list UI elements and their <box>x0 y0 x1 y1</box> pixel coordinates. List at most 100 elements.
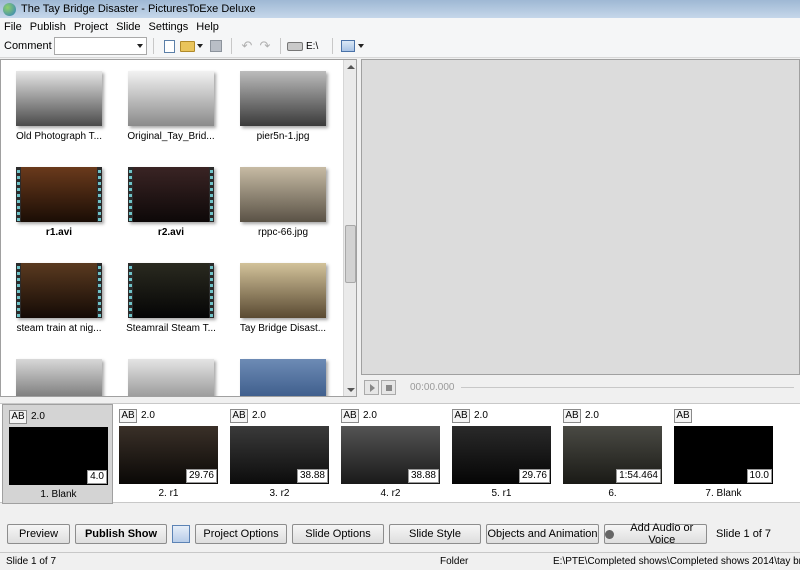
file-item[interactable]: steam train at nig... <box>3 256 115 346</box>
folder-icon <box>179 40 195 52</box>
file-item[interactable] <box>115 352 227 396</box>
slide-thumbnail: 38.88 <box>230 426 329 484</box>
slide-counter: Slide 1 of 7 <box>716 528 772 540</box>
file-label: r2.avi <box>157 227 185 238</box>
status-type: Folder <box>440 556 469 567</box>
slide-style-button[interactable]: Slide Style <box>389 524 481 544</box>
file-label: Old Photograph T... <box>16 131 102 142</box>
file-item[interactable]: r2.avi <box>115 160 227 250</box>
image-thumbnail <box>128 359 214 396</box>
slide-thumbnail: 10.0 <box>674 426 773 484</box>
timeline-slide[interactable]: AB 2.0 38.88 3. r2 <box>224 404 335 504</box>
view-mode-dropdown[interactable] <box>358 44 365 48</box>
timeline-slide[interactable]: AB 2.0 1:54.464 6. <box>557 404 668 504</box>
scroll-down-icon[interactable] <box>347 388 355 392</box>
transition-ab-badge[interactable]: AB <box>119 409 137 423</box>
open-project-button[interactable] <box>178 37 196 55</box>
window-title: The Tay Bridge Disaster - PicturesToExe … <box>21 3 256 15</box>
project-options-button[interactable]: Project Options <box>195 524 287 544</box>
drive-label[interactable]: E:\ <box>306 41 318 52</box>
slide-caption: 1. Blank <box>40 489 77 500</box>
transition-ab-badge[interactable]: AB <box>563 409 581 423</box>
file-item[interactable]: Tay Bridge Disast... <box>227 256 339 346</box>
action-button-bar: Preview Publish Show Project Options Sli… <box>0 520 800 548</box>
comment-label: Comment <box>4 40 52 52</box>
file-item[interactable]: r1.avi <box>3 160 115 250</box>
playback-time: 00:00.000 <box>410 381 455 393</box>
undo-icon: ↶ <box>241 38 253 53</box>
menu-project[interactable]: Project <box>70 21 112 33</box>
stop-button[interactable] <box>381 379 396 395</box>
file-item[interactable]: pier5n-1.jpg <box>227 64 339 154</box>
file-browser-scrollbar[interactable] <box>343 60 356 396</box>
timeline-slide[interactable]: AB 2.0 29.76 2. r1 <box>113 404 224 504</box>
image-thumbnail <box>240 359 326 396</box>
timeline-slide[interactable]: AB 10.0 7. Blank <box>668 404 779 504</box>
transition-duration: 2.0 <box>141 410 155 421</box>
preview-button[interactable]: Preview <box>7 524 70 544</box>
open-recent-dropdown[interactable] <box>197 44 203 48</box>
scrollbar-thumb[interactable] <box>345 225 356 283</box>
customize-icon[interactable] <box>172 525 190 543</box>
transition-ab-badge[interactable]: AB <box>9 410 27 424</box>
image-thumbnail <box>240 71 326 126</box>
undo-button[interactable]: ↶ <box>238 37 256 55</box>
file-label: r1.avi <box>45 227 73 238</box>
view-mode-button[interactable] <box>339 37 357 55</box>
transition-ab-badge[interactable]: AB <box>674 409 692 423</box>
file-label: steam train at nig... <box>16 323 102 334</box>
transition-duration: 2.0 <box>252 410 266 421</box>
status-bar: Slide 1 of 7 Folder E:\PTE\Completed sho… <box>0 552 800 570</box>
timeline-slide[interactable]: AB 2.0 29.76 5. r1 <box>446 404 557 504</box>
chevron-down-icon[interactable] <box>137 44 143 48</box>
file-label: rppc-66.jpg <box>257 227 309 238</box>
scroll-up-icon[interactable] <box>347 65 355 69</box>
menu-slide[interactable]: Slide <box>112 21 144 33</box>
player-bar: 00:00.000 <box>361 376 800 398</box>
transition-duration: 2.0 <box>474 410 488 421</box>
slide-duration: 1:54.464 <box>616 469 661 483</box>
slide-duration: 29.76 <box>185 469 217 483</box>
app-icon <box>3 2 16 16</box>
menu-publish[interactable]: Publish <box>26 21 70 33</box>
slide-options-button[interactable]: Slide Options <box>292 524 384 544</box>
transition-ab-badge[interactable]: AB <box>341 409 359 423</box>
transition-ab-badge[interactable]: AB <box>230 409 248 423</box>
slide-thumbnail: 29.76 <box>119 426 218 484</box>
file-label: Tay Bridge Disast... <box>239 323 327 334</box>
file-item[interactable]: Old Photograph T... <box>3 64 115 154</box>
playback-track[interactable] <box>460 386 794 388</box>
toolbar-separator <box>280 38 281 54</box>
preview-area[interactable] <box>361 59 800 375</box>
play-button[interactable] <box>364 379 379 395</box>
timeline-slide[interactable]: AB 2.0 4.0 1. Blank <box>2 404 113 504</box>
save-project-button[interactable] <box>207 37 225 55</box>
file-item[interactable]: rppc-66.jpg <box>227 160 339 250</box>
objects-animation-button[interactable]: Objects and Animation <box>486 524 599 544</box>
drive-icon[interactable] <box>287 41 303 51</box>
add-audio-button[interactable]: Add Audio or Voice <box>604 522 707 546</box>
transition-ab-badge[interactable]: AB <box>452 409 470 423</box>
timeline-slide[interactable]: AB 2.0 38.88 4. r2 <box>335 404 446 504</box>
file-item[interactable] <box>3 352 115 396</box>
redo-button[interactable]: ↷ <box>256 37 274 55</box>
menu-file[interactable]: File <box>0 21 26 33</box>
comment-combobox[interactable] <box>54 37 147 55</box>
video-thumbnail <box>16 167 102 222</box>
file-item[interactable]: Original_Tay_Brid... <box>115 64 227 154</box>
publish-show-button[interactable]: Publish Show <box>75 524 167 544</box>
new-project-button[interactable] <box>160 37 178 55</box>
toolbar-separator <box>332 38 334 54</box>
slide-thumbnail: 38.88 <box>341 426 440 484</box>
transition-duration: 2.0 <box>363 410 377 421</box>
menu-help[interactable]: Help <box>192 21 223 33</box>
slide-caption: 4. r2 <box>380 488 401 499</box>
file-item[interactable] <box>227 352 339 396</box>
image-thumbnail <box>16 359 102 396</box>
file-item[interactable]: Steamrail Steam T... <box>115 256 227 346</box>
slide-duration: 38.88 <box>296 469 328 483</box>
menu-settings[interactable]: Settings <box>145 21 193 33</box>
slide-duration: 38.88 <box>407 469 439 483</box>
video-thumbnail <box>128 263 214 318</box>
status-path: E:\PTE\Completed shows\Completed shows 2… <box>553 556 800 567</box>
